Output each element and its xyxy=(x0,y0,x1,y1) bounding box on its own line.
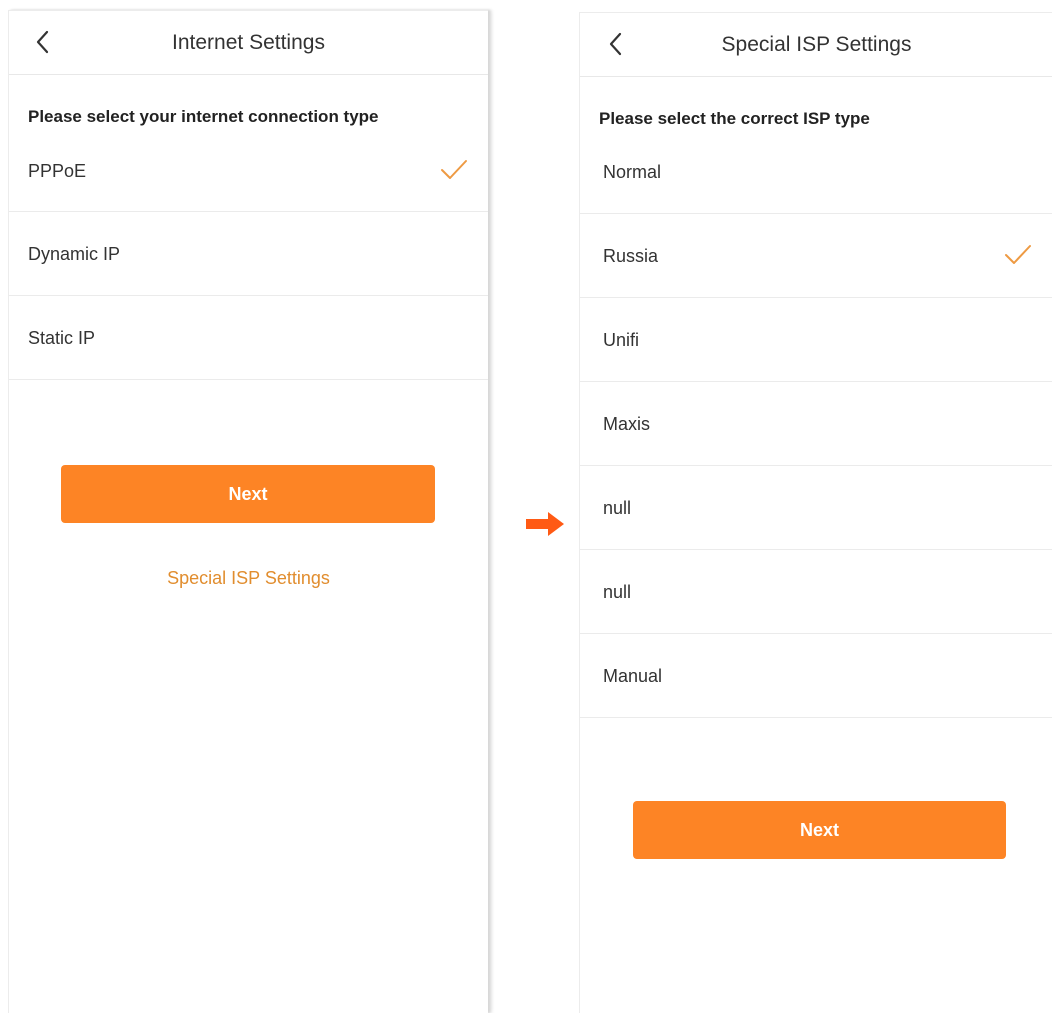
next-button[interactable]: Next xyxy=(633,801,1006,859)
option-label: Unifi xyxy=(603,330,640,350)
option-maxis[interactable]: Maxis xyxy=(580,381,1052,466)
option-normal[interactable]: Normal xyxy=(580,129,1052,214)
checkmark-icon xyxy=(1004,244,1032,266)
option-label: null xyxy=(603,498,632,518)
option-null-1[interactable]: null xyxy=(580,465,1052,550)
option-label: Russia xyxy=(603,246,659,266)
option-dynamic-ip[interactable]: Dynamic IP xyxy=(9,211,488,296)
option-unifi[interactable]: Unifi xyxy=(580,297,1052,382)
option-russia[interactable]: Russia xyxy=(580,213,1052,298)
internet-settings-screen: Internet Settings Please select your int… xyxy=(8,10,488,1013)
navigation-bar: Internet Settings xyxy=(9,11,488,75)
option-pppoe[interactable]: PPPoE xyxy=(9,127,488,212)
isp-type-prompt: Please select the correct ISP type xyxy=(599,109,870,128)
connection-type-prompt: Please select your internet connection t… xyxy=(28,107,379,126)
option-label: PPPoE xyxy=(28,161,87,181)
option-manual[interactable]: Manual xyxy=(580,633,1052,718)
option-label: Normal xyxy=(603,162,662,182)
navigation-bar: Special ISP Settings xyxy=(580,13,1052,77)
page-title: Internet Settings xyxy=(172,31,325,54)
special-isp-settings-link[interactable]: Special ISP Settings xyxy=(9,568,488,589)
option-null-2[interactable]: null xyxy=(580,549,1052,634)
option-label: Dynamic IP xyxy=(28,244,121,264)
page-title: Special ISP Settings xyxy=(721,33,912,56)
special-isp-settings-screen: Special ISP Settings Please select the c… xyxy=(579,12,1052,1013)
option-label: null xyxy=(603,582,632,602)
arrow-right-icon xyxy=(526,512,564,536)
option-label: Manual xyxy=(603,666,663,686)
option-label: Maxis xyxy=(603,414,651,434)
option-label: Static IP xyxy=(28,328,96,348)
option-static-ip[interactable]: Static IP xyxy=(9,295,488,380)
next-button[interactable]: Next xyxy=(61,465,435,523)
checkmark-icon xyxy=(440,159,468,181)
